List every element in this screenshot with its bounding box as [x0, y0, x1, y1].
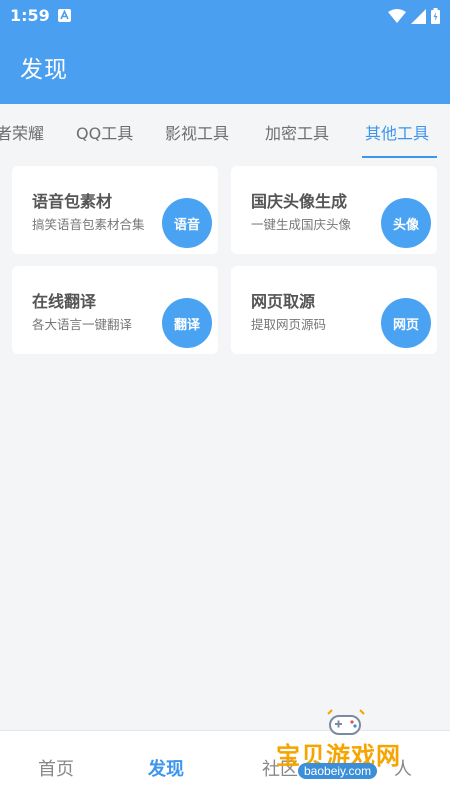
- tab-qq-tools[interactable]: QQ工具: [76, 120, 133, 144]
- watermark: 宝贝游戏网 baobeiy.com: [276, 706, 424, 784]
- watermark-url: baobeiy.com: [298, 763, 378, 779]
- card-desc: 提取网页源码: [251, 317, 327, 332]
- card-title: 在线翻译: [32, 292, 97, 311]
- card-avatar-generator[interactable]: 国庆头像生成 一键生成国庆头像 头像: [231, 166, 437, 254]
- tab-encrypt-tools[interactable]: 加密工具: [265, 120, 329, 144]
- category-tabs: 者荣耀 QQ工具 影视工具 加密工具 其他工具: [0, 104, 450, 158]
- tab-video-tools[interactable]: 影视工具: [165, 120, 229, 144]
- status-time: 1:59: [10, 6, 50, 25]
- card-web-source[interactable]: 网页取源 提取网页源码 网页: [231, 266, 437, 354]
- tab-other-tools[interactable]: 其他工具: [365, 120, 429, 144]
- accessibility-notification-icon: [58, 9, 71, 22]
- page-title: 发现: [20, 57, 68, 83]
- nav-discover[interactable]: 发现: [148, 755, 184, 781]
- app-header: 1:59 发现: [0, 0, 450, 104]
- card-badge-voice: 语音: [162, 198, 212, 248]
- card-desc: 一键生成国庆头像: [251, 217, 352, 232]
- card-badge-avatar: 头像: [381, 198, 431, 248]
- card-translate[interactable]: 在线翻译 各大语言一键翻译 翻译: [12, 266, 218, 354]
- status-bar: 1:59: [0, 0, 450, 32]
- card-badge-translate: 翻译: [162, 298, 212, 348]
- card-title: 语音包素材: [32, 192, 113, 211]
- tab-wangzhe[interactable]: 者荣耀: [0, 120, 44, 144]
- card-desc: 各大语言一键翻译: [32, 317, 133, 332]
- tab-indicator: [362, 156, 437, 158]
- nav-home[interactable]: 首页: [38, 755, 74, 781]
- card-voice-pack[interactable]: 语音包素材 搞笑语音包素材合集 语音: [12, 166, 218, 254]
- status-icons: [388, 7, 440, 25]
- wifi-icon: [388, 9, 406, 23]
- card-badge-web: 网页: [381, 298, 431, 348]
- battery-icon: [431, 8, 440, 24]
- card-title: 网页取源: [251, 292, 316, 311]
- card-title: 国庆头像生成: [251, 192, 348, 211]
- signal-icon: [411, 8, 426, 24]
- card-desc: 搞笑语音包素材合集: [32, 217, 145, 232]
- gamepad-logo-icon: [327, 709, 365, 735]
